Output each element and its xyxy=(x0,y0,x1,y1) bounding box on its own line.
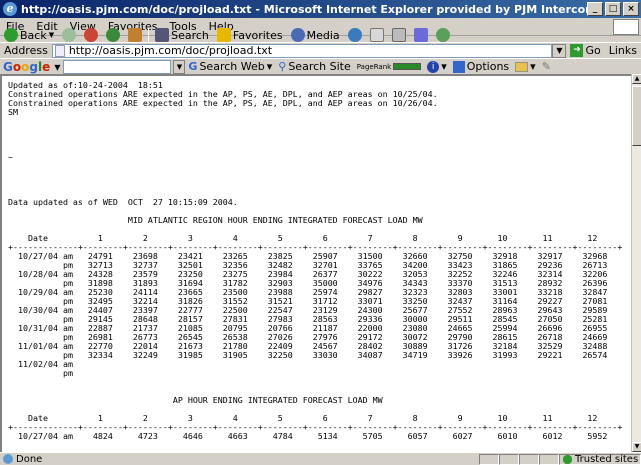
search-web-button[interactable]: G Search Web ▾ xyxy=(185,60,275,73)
favorites-button[interactable]: Favorites xyxy=(213,27,287,43)
address-dropdown-button[interactable]: ▼ xyxy=(552,43,567,58)
options-icon xyxy=(452,60,465,73)
page-status-icon xyxy=(3,454,13,464)
address-label: Address xyxy=(4,44,48,57)
status-text: Done xyxy=(0,454,479,465)
forward-arrow-icon xyxy=(62,28,77,42)
page-icon xyxy=(54,44,65,57)
google-search-input[interactable] xyxy=(63,59,172,74)
toolbar-separator xyxy=(148,28,150,42)
zone-label: Trusted sites xyxy=(575,453,639,465)
folder-button[interactable]: ▾ xyxy=(512,60,539,73)
minimize-button[interactable]: _ xyxy=(587,2,603,16)
status-panel xyxy=(519,453,539,465)
pencil-icon: ✎ xyxy=(541,60,551,73)
page-content: Updated as of:10-24-2004 18:51 Constrain… xyxy=(0,74,631,452)
star-icon xyxy=(216,28,231,42)
mail-icon xyxy=(369,28,384,42)
info-icon: i xyxy=(427,60,440,73)
forecast-text: Updated as of:10-24-2004 18:51 Constrain… xyxy=(8,80,623,441)
printer-icon xyxy=(391,28,406,42)
status-panel xyxy=(479,453,499,465)
history-icon xyxy=(347,28,362,42)
pagerank-label: PageRank xyxy=(356,62,392,71)
folder-icon xyxy=(515,61,529,72)
security-zone[interactable]: Trusted sites xyxy=(559,453,641,465)
search-site-button[interactable]: ⚲ Search Site xyxy=(275,60,353,73)
home-button[interactable] xyxy=(124,27,146,43)
window-title: http://oasis.pjm.com/doc/projload.txt - … xyxy=(21,2,587,16)
trusted-zone-icon xyxy=(563,454,572,464)
media-label: Media xyxy=(306,28,340,42)
stop-button[interactable] xyxy=(80,27,102,43)
address-bar: Address http://oasis.pjm.com/doc/projloa… xyxy=(0,42,641,58)
scroll-down-button[interactable]: ▼ xyxy=(632,442,641,452)
media-icon xyxy=(290,28,305,42)
status-bar: Done Trusted sites xyxy=(0,452,641,465)
pagerank-bar xyxy=(393,63,422,70)
home-icon xyxy=(128,28,143,42)
maximize-button[interactable]: □ xyxy=(605,2,621,16)
mail-button[interactable] xyxy=(366,27,388,43)
search-site-label: Search Site xyxy=(288,60,351,73)
page-info-button[interactable]: i ▾ xyxy=(424,60,450,73)
media-button[interactable]: Media xyxy=(287,27,344,43)
google-logo[interactable]: Google ▾ xyxy=(0,60,63,74)
options-label: Options xyxy=(466,60,510,73)
chevron-down-icon: ▼ xyxy=(48,31,55,39)
go-label: Go xyxy=(585,44,601,57)
refresh-icon xyxy=(106,28,121,42)
google-g-icon: G xyxy=(188,60,198,73)
pagerank-indicator[interactable]: PageRank xyxy=(354,63,424,71)
search-icon xyxy=(155,28,170,42)
back-label: Back xyxy=(20,28,47,42)
go-button[interactable]: ➜ Go xyxy=(566,44,604,57)
window-controls: _ □ × xyxy=(587,2,639,16)
edit-button[interactable] xyxy=(410,27,432,43)
address-input[interactable]: http://oasis.pjm.com/doc/projload.txt xyxy=(51,43,553,58)
back-button[interactable]: Back ▼ xyxy=(0,27,58,43)
search-label: Search xyxy=(171,28,209,42)
back-arrow-icon xyxy=(4,28,18,42)
refresh-button[interactable] xyxy=(102,27,124,43)
go-arrow-icon: ➜ xyxy=(570,44,584,57)
internet-explorer-icon: e xyxy=(3,2,17,16)
history-button[interactable] xyxy=(344,27,366,43)
close-button[interactable]: × xyxy=(623,2,639,16)
status-done: Done xyxy=(16,453,43,465)
forward-button[interactable] xyxy=(58,27,80,43)
highlight-button[interactable]: ✎ xyxy=(539,60,554,73)
scroll-up-button[interactable]: ▲ xyxy=(632,74,641,84)
search-web-label: Search Web xyxy=(199,60,265,73)
print-button[interactable] xyxy=(388,27,410,43)
links-button[interactable]: Links xyxy=(605,44,641,57)
google-search-dropdown[interactable]: ▼ xyxy=(173,59,186,74)
google-toolbar: Google ▾ ▼ G Search Web ▾ ⚲ Search Site … xyxy=(0,58,641,74)
title-bar: e http://oasis.pjm.com/doc/projload.txt … xyxy=(0,0,641,18)
scroll-thumb[interactable] xyxy=(632,86,641,146)
messenger-icon xyxy=(435,28,450,42)
vertical-scrollbar[interactable]: ▲ ▼ xyxy=(631,74,641,452)
status-panel xyxy=(539,453,559,465)
search-button[interactable]: Search xyxy=(151,27,213,43)
edit-icon xyxy=(413,28,428,42)
address-url: http://oasis.pjm.com/doc/projload.txt xyxy=(68,44,273,57)
options-button[interactable]: Options xyxy=(450,60,512,73)
stop-icon xyxy=(84,28,99,42)
binoculars-icon: ⚲ xyxy=(278,60,287,73)
status-panel xyxy=(499,453,519,465)
favorites-label: Favorites xyxy=(232,28,283,42)
messenger-button[interactable] xyxy=(432,27,454,43)
